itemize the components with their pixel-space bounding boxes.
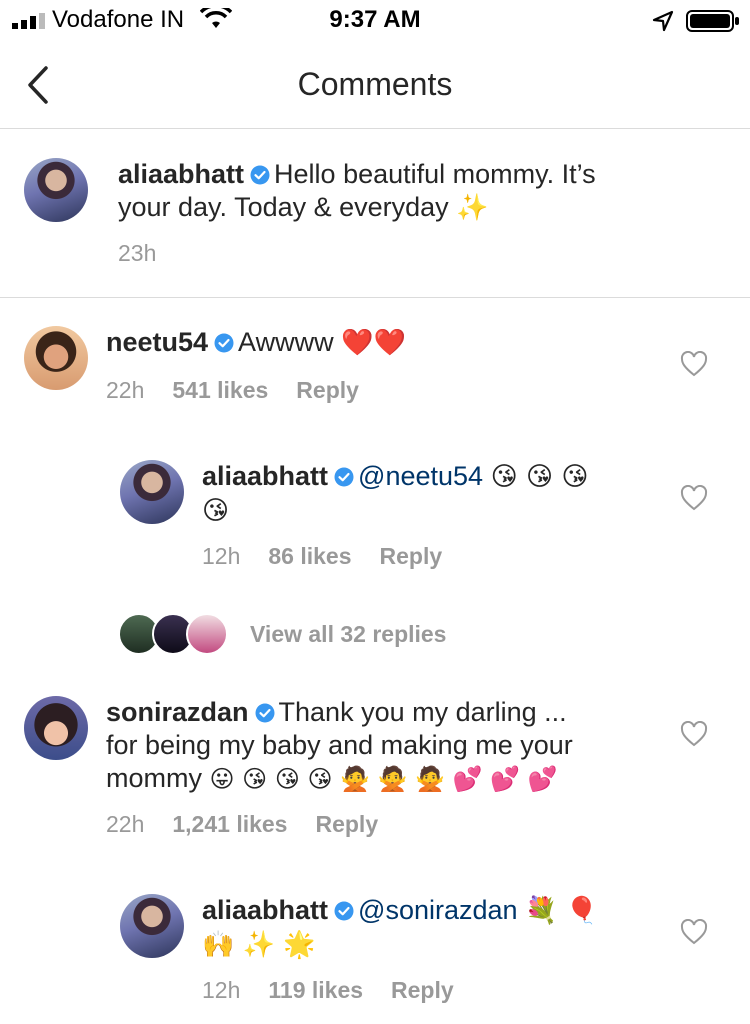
verified-badge-icon (250, 165, 270, 185)
comment-body: Awwww (238, 327, 334, 357)
caption-text: aliaabhatt Hello beautiful mommy. It’s yo… (118, 158, 718, 225)
status-bar: Vodafone IN 9:37 AM (0, 0, 750, 40)
comment-line-1: Thank you my darling ... (278, 697, 567, 727)
reply-button[interactable]: Reply (315, 811, 378, 837)
emoji-row: 😛 😘 😘 😘 🙅 🙅 🙅 💕 💕 💕 (209, 765, 558, 793)
likes-count[interactable]: 1,241 likes (172, 811, 287, 837)
verified-badge-icon (334, 467, 354, 487)
username[interactable]: aliaabhatt (202, 895, 328, 925)
reply-button[interactable]: Reply (296, 377, 359, 403)
reply-text: aliaabhatt @neetu54 😘 😘 😘 😘 (202, 460, 652, 528)
page-title: Comments (297, 66, 453, 102)
avatar[interactable] (24, 158, 88, 222)
username[interactable]: sonirazdan (106, 697, 249, 727)
kiss-emoji: 😘 (202, 496, 230, 526)
header-divider (0, 128, 750, 129)
like-heart-icon[interactable] (680, 919, 708, 945)
comment-line-3: mommy (106, 763, 202, 793)
timestamp: 12h (202, 543, 241, 569)
caption-line-1: Hello beautiful mommy. It’s (274, 159, 596, 189)
comment-meta: 22h 541 likes Reply (106, 377, 387, 404)
avatar[interactable] (24, 696, 88, 760)
reply-button[interactable]: Reply (391, 977, 454, 1003)
verified-badge-icon (255, 703, 275, 723)
likes-count[interactable]: 541 likes (172, 377, 268, 403)
avatar[interactable] (24, 326, 88, 390)
reply-meta: 12h 119 likes Reply (202, 977, 482, 1004)
comment-text: sonirazdan Thank you my darling ... for b… (106, 696, 666, 796)
timestamp: 22h (106, 811, 145, 837)
battery-icon (686, 10, 739, 32)
sparkles-emoji: ✨ (456, 193, 489, 223)
avatar[interactable] (120, 460, 184, 524)
verified-badge-icon (214, 333, 234, 353)
timestamp: 12h (202, 977, 241, 1003)
reply-button[interactable]: Reply (380, 543, 443, 569)
caption-meta: 23h (118, 240, 184, 267)
kiss-emojis: 😘 😘 😘 (490, 462, 589, 492)
clock: 9:37 AM (329, 6, 421, 33)
username[interactable]: neetu54 (106, 327, 208, 357)
caption-line-2: your day. Today & everyday (118, 192, 449, 222)
reply-avatars[interactable] (118, 613, 228, 655)
view-replies-link[interactable]: View all 32 replies (250, 621, 446, 648)
bouquet-balloon-emojis: 💐 🎈 (525, 896, 599, 926)
avatar (186, 613, 228, 655)
location-arrow-icon (652, 10, 674, 32)
comment-text: neetu54 Awwww ❤️❤️ (106, 326, 666, 360)
comment-line-2: for being my baby and making me your (106, 730, 573, 760)
likes-count[interactable]: 119 likes (268, 977, 363, 1003)
mention-link[interactable]: @sonirazdan (358, 895, 518, 925)
username[interactable]: aliaabhatt (202, 461, 328, 491)
verified-badge-icon (334, 901, 354, 921)
like-heart-icon[interactable] (680, 721, 708, 747)
reply-meta: 12h 86 likes Reply (202, 543, 470, 570)
like-heart-icon[interactable] (680, 351, 708, 377)
heart-emojis: ❤️❤️ (341, 328, 406, 358)
likes-count[interactable]: 86 likes (268, 543, 351, 569)
timestamp: 22h (106, 377, 145, 403)
like-heart-icon[interactable] (680, 485, 708, 511)
caption-divider (0, 297, 750, 298)
username[interactable]: aliaabhatt (118, 159, 244, 189)
mention-link[interactable]: @neetu54 (358, 461, 483, 491)
avatar[interactable] (120, 894, 184, 958)
reply-text: aliaabhatt @sonirazdan 💐 🎈 🙌 ✨ 🌟 (202, 894, 652, 962)
celebration-emojis: 🙌 ✨ 🌟 (202, 930, 316, 960)
comment-meta: 22h 1,241 likes Reply (106, 811, 406, 838)
timestamp: 23h (118, 240, 157, 266)
